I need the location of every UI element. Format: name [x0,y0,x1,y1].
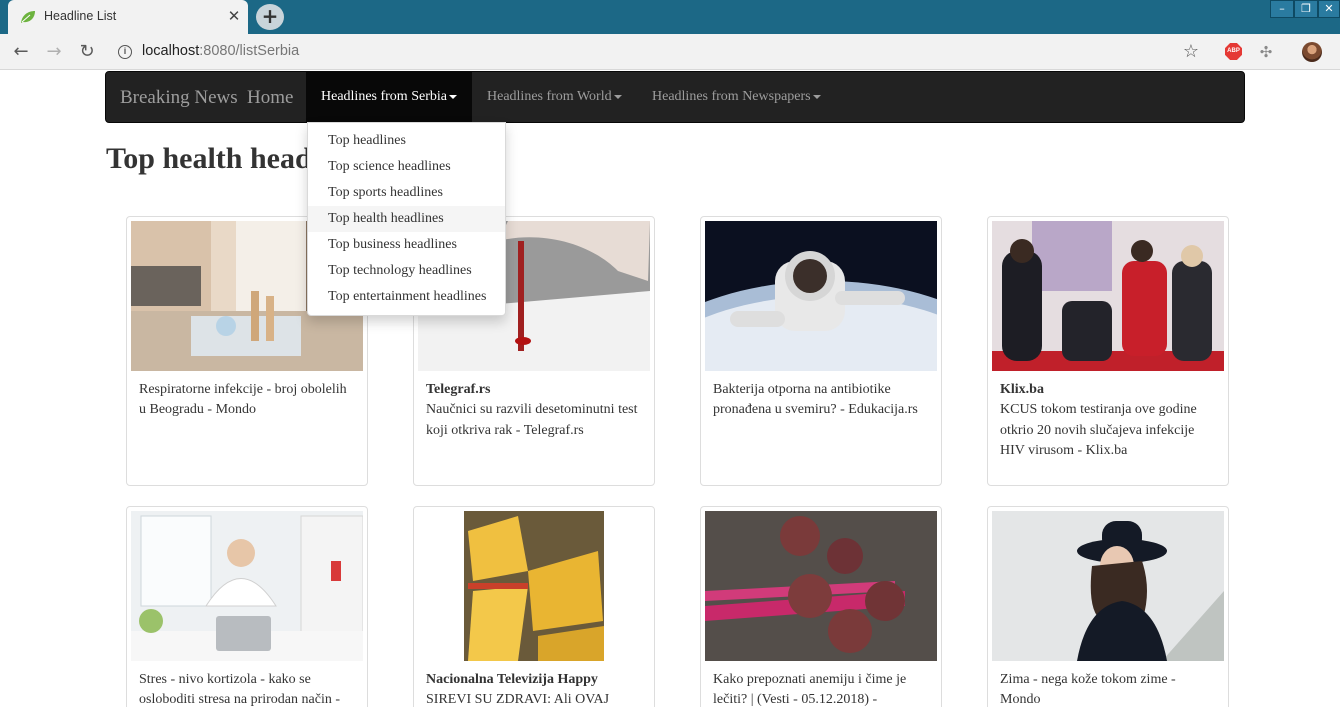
profile-avatar[interactable] [1302,42,1322,62]
hiv-testing-image [992,221,1224,371]
serbia-dropdown-menu: Top headlines Top science headlines Top … [307,122,506,316]
info-icon[interactable]: i [118,45,132,59]
tab-title: Headline List [44,9,117,23]
menu-item-business[interactable]: Top business headlines [308,232,505,258]
headline-card[interactable]: Klix.ba KCUS tokom testiranja ove godine… [987,216,1229,486]
beetroot-image [705,511,937,661]
menu-item-top[interactable]: Top headlines [308,128,505,154]
adblock-icon[interactable]: ABP [1225,43,1242,60]
headline-card[interactable]: Bakterija otporna na antibiotike pronađe… [700,216,942,486]
headline-card[interactable]: Kako prepoznati anemiju i čime je lečiti… [700,506,942,707]
forward-arrow-icon[interactable]: → [42,40,66,64]
leaf-icon [20,10,36,24]
nav-headlines-serbia[interactable]: Headlines from Serbia [306,72,472,122]
reload-icon[interactable]: ↻ [75,40,99,64]
nav-headlines-world[interactable]: Headlines from World [472,72,637,122]
headline-text[interactable]: Respiratorne infekcije - broj obolelih u… [139,382,347,417]
headline-source: Telegraf.rs [426,382,491,397]
address-bar[interactable]: localhost:8080/listSerbia [142,43,299,59]
minimize-icon[interactable]: – [1270,0,1294,18]
browser-tab[interactable]: Headline List ✕ [8,0,248,34]
headline-text[interactable]: SIREVI SU ZDRAVI: Ali OVAJ [426,692,609,707]
restore-icon[interactable]: ❐ [1294,0,1318,18]
headline-source: Nacionalna Televizija Happy [426,672,598,687]
new-tab-button[interactable]: + [256,4,284,30]
extension-icon[interactable]: ✣ [1256,42,1276,62]
headline-card[interactable]: Zima - nega kože tokom zime - Mondo [987,506,1229,707]
headline-text[interactable]: Zima - nega kože tokom zime - Mondo [1000,672,1176,707]
headline-text[interactable]: Kako prepoznati anemiju i čime je lečiti… [713,672,906,707]
nav-home[interactable]: Home [247,87,293,109]
caret-down-icon [613,94,622,99]
headline-text[interactable]: Naučnici su razvili desetominutni test k… [426,402,638,437]
caret-down-icon [448,94,457,99]
headline-text[interactable]: Bakterija otporna na antibiotike pronađe… [713,382,918,417]
site-navbar: Breaking News Home Headlines from Serbia… [105,71,1245,123]
browser-tabstrip: Headline List ✕ + – ❐ ✕ [0,0,1340,34]
winter-woman-image [992,511,1224,661]
caret-down-icon [812,94,821,99]
headline-card[interactable]: Nacionalna Televizija Happy SIREVI SU ZD… [413,506,655,707]
close-window-icon[interactable]: ✕ [1318,0,1340,18]
menu-item-technology[interactable]: Top technology headlines [308,258,505,284]
cheese-image [418,511,650,661]
headline-text[interactable]: Stres - nivo kortizola - kako se oslobod… [139,672,340,707]
headline-source: Klix.ba [1000,382,1044,397]
back-arrow-icon[interactable]: ← [9,40,33,64]
meditating-woman-image [131,511,363,661]
headline-card[interactable]: Stres - nivo kortizola - kako se oslobod… [126,506,368,707]
bookmark-star-icon[interactable]: ☆ [1180,40,1202,64]
brand-link[interactable]: Breaking News [120,87,238,109]
menu-item-sports[interactable]: Top sports headlines [308,180,505,206]
headline-text[interactable]: KCUS tokom testiranja ove godine otkrio … [1000,402,1197,458]
nav-headlines-newspapers[interactable]: Headlines from Newspapers [637,72,836,122]
browser-toolbar: ← → ↻ i localhost:8080/listSerbia ☆ ABP … [0,34,1340,70]
menu-item-science[interactable]: Top science headlines [308,154,505,180]
astronaut-image [705,221,937,371]
close-tab-icon[interactable]: ✕ [225,6,243,26]
menu-item-entertainment[interactable]: Top entertainment headlines [308,284,505,310]
menu-item-health[interactable]: Top health headlines [308,206,505,232]
